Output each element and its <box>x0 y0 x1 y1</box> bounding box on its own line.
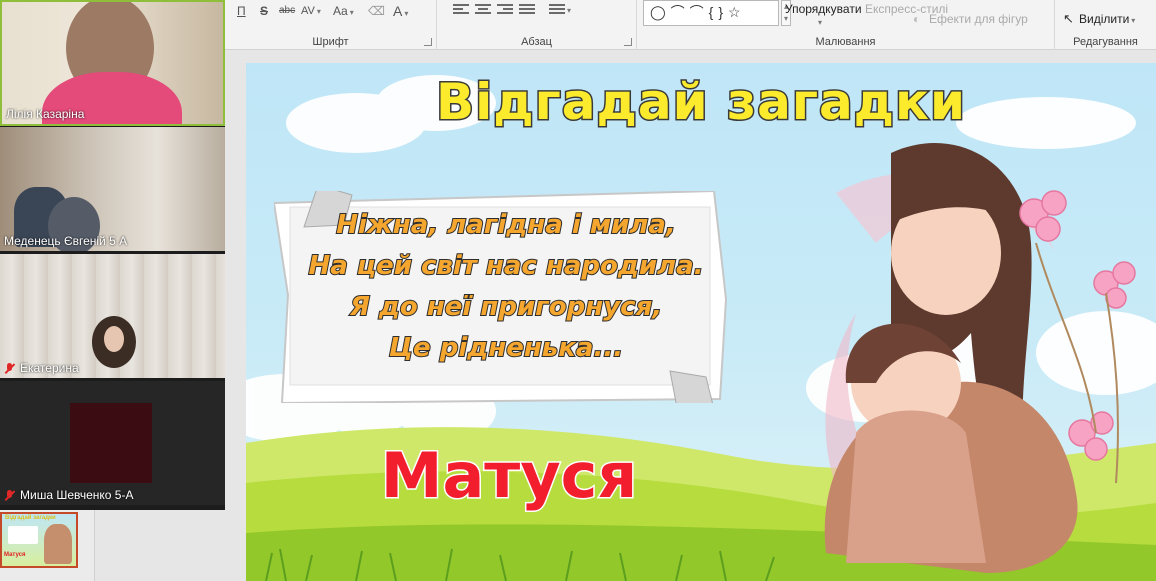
slide-title: Відгадай загадки <box>434 72 967 133</box>
align-left-icon[interactable] <box>453 4 469 16</box>
character-spacing-button[interactable]: AV <box>301 2 321 20</box>
participant-name: Меденець Євгеній 5 А <box>4 234 128 248</box>
columns-icon[interactable] <box>549 4 565 16</box>
video-tile-2[interactable]: Меденець Євгеній 5 А <box>0 127 225 253</box>
ribbon: П S abc AV Aa ⌫ A Шрифт Абзац ◯⌒⌒{}☆ ▴▾ … <box>225 0 1156 50</box>
muted-mic-icon <box>4 490 15 501</box>
select-button[interactable]: Виділити <box>1079 10 1135 28</box>
paragraph-group: Абзац <box>437 0 637 50</box>
mother-child-illustration <box>824 143 1136 573</box>
align-center-icon[interactable] <box>475 4 491 16</box>
eraser-icon[interactable]: ⌫ <box>368 2 385 20</box>
slide-thumbnail-1[interactable]: Відгадай загадки Матуся <box>0 512 78 568</box>
font-dialog-launcher-icon[interactable] <box>424 38 432 46</box>
underline-button[interactable]: П <box>237 2 246 20</box>
poem-line-1: Ніжна, лагідна і мила, <box>335 209 677 241</box>
cursor-icon: ↖ <box>1063 11 1074 26</box>
participant-3-face <box>104 326 124 352</box>
drawing-group-label: Малювання <box>815 36 876 48</box>
shape-effects-button[interactable]: Ефекти для фігур <box>929 10 1028 28</box>
columns-dropdown-icon[interactable] <box>565 2 571 20</box>
drawing-group: ◯⌒⌒{}☆ ▴ ▾ Упорядкувати ▾ Експресс-стилі … <box>637 0 1055 50</box>
poem-line-3: Я до неї пригорнуся, <box>349 291 663 323</box>
justify-icon[interactable] <box>519 4 535 16</box>
paragraph-dialog-launcher-icon[interactable] <box>624 38 632 46</box>
change-case-button[interactable]: Aa <box>333 2 354 20</box>
slide-canvas[interactable]: Ніжна, лагідна і мила, На цей світ нас н… <box>246 63 1156 581</box>
strikethrough-button[interactable]: abc <box>279 2 295 20</box>
app-window: П S abc AV Aa ⌫ A Шрифт Абзац ◯⌒⌒{}☆ ▴▾ … <box>0 0 1156 581</box>
shapes-gallery[interactable]: ◯⌒⌒{}☆ <box>643 0 779 26</box>
video-tile-3[interactable]: Екатерина <box>0 254 225 380</box>
editing-group-label: Редагування <box>1073 36 1138 48</box>
arrange-dropdown-icon[interactable]: ▾ <box>818 14 822 32</box>
participant-4-avatar <box>70 403 152 483</box>
poem-line-2: На цей світ нас народила. <box>307 250 704 282</box>
thumbnail-illustration <box>44 524 72 564</box>
editing-group: ↖ Виділити Редагування <box>1055 0 1156 50</box>
shadow-button[interactable]: S <box>260 2 268 20</box>
thumbnail-answer: Матуся <box>4 552 26 558</box>
muted-mic-icon <box>4 363 15 374</box>
font-color-button[interactable]: A <box>393 2 408 20</box>
paragraph-group-label: Абзац <box>521 36 552 48</box>
riddle-poem: Ніжна, лагідна і мила, На цей світ нас н… <box>286 205 726 369</box>
shape-effects-icon: ◐ <box>913 12 921 26</box>
font-group: П S abc AV Aa ⌫ A Шрифт <box>225 0 437 50</box>
thumbnail-poem-box <box>8 526 38 544</box>
video-gallery: Лілія Казаріна Меденець Євгеній 5 А Екат… <box>0 0 225 510</box>
poem-line-4: Це рідненька... <box>388 332 624 364</box>
riddle-answer: Матуся <box>379 438 638 514</box>
participant-name: Лілія Казаріна <box>6 107 85 121</box>
arrange-button[interactable]: Упорядкувати <box>785 0 862 18</box>
video-tile-4[interactable]: Миша Шевченко 5-А <box>0 381 225 507</box>
video-tile-1[interactable]: Лілія Казаріна <box>0 0 225 126</box>
font-group-label: Шрифт <box>312 36 349 48</box>
participant-name: Миша Шевченко 5-А <box>20 488 134 502</box>
align-right-icon[interactable] <box>497 4 513 16</box>
thumbnail-title: Відгадай загадки <box>5 515 56 521</box>
participant-name: Екатерина <box>20 361 79 375</box>
